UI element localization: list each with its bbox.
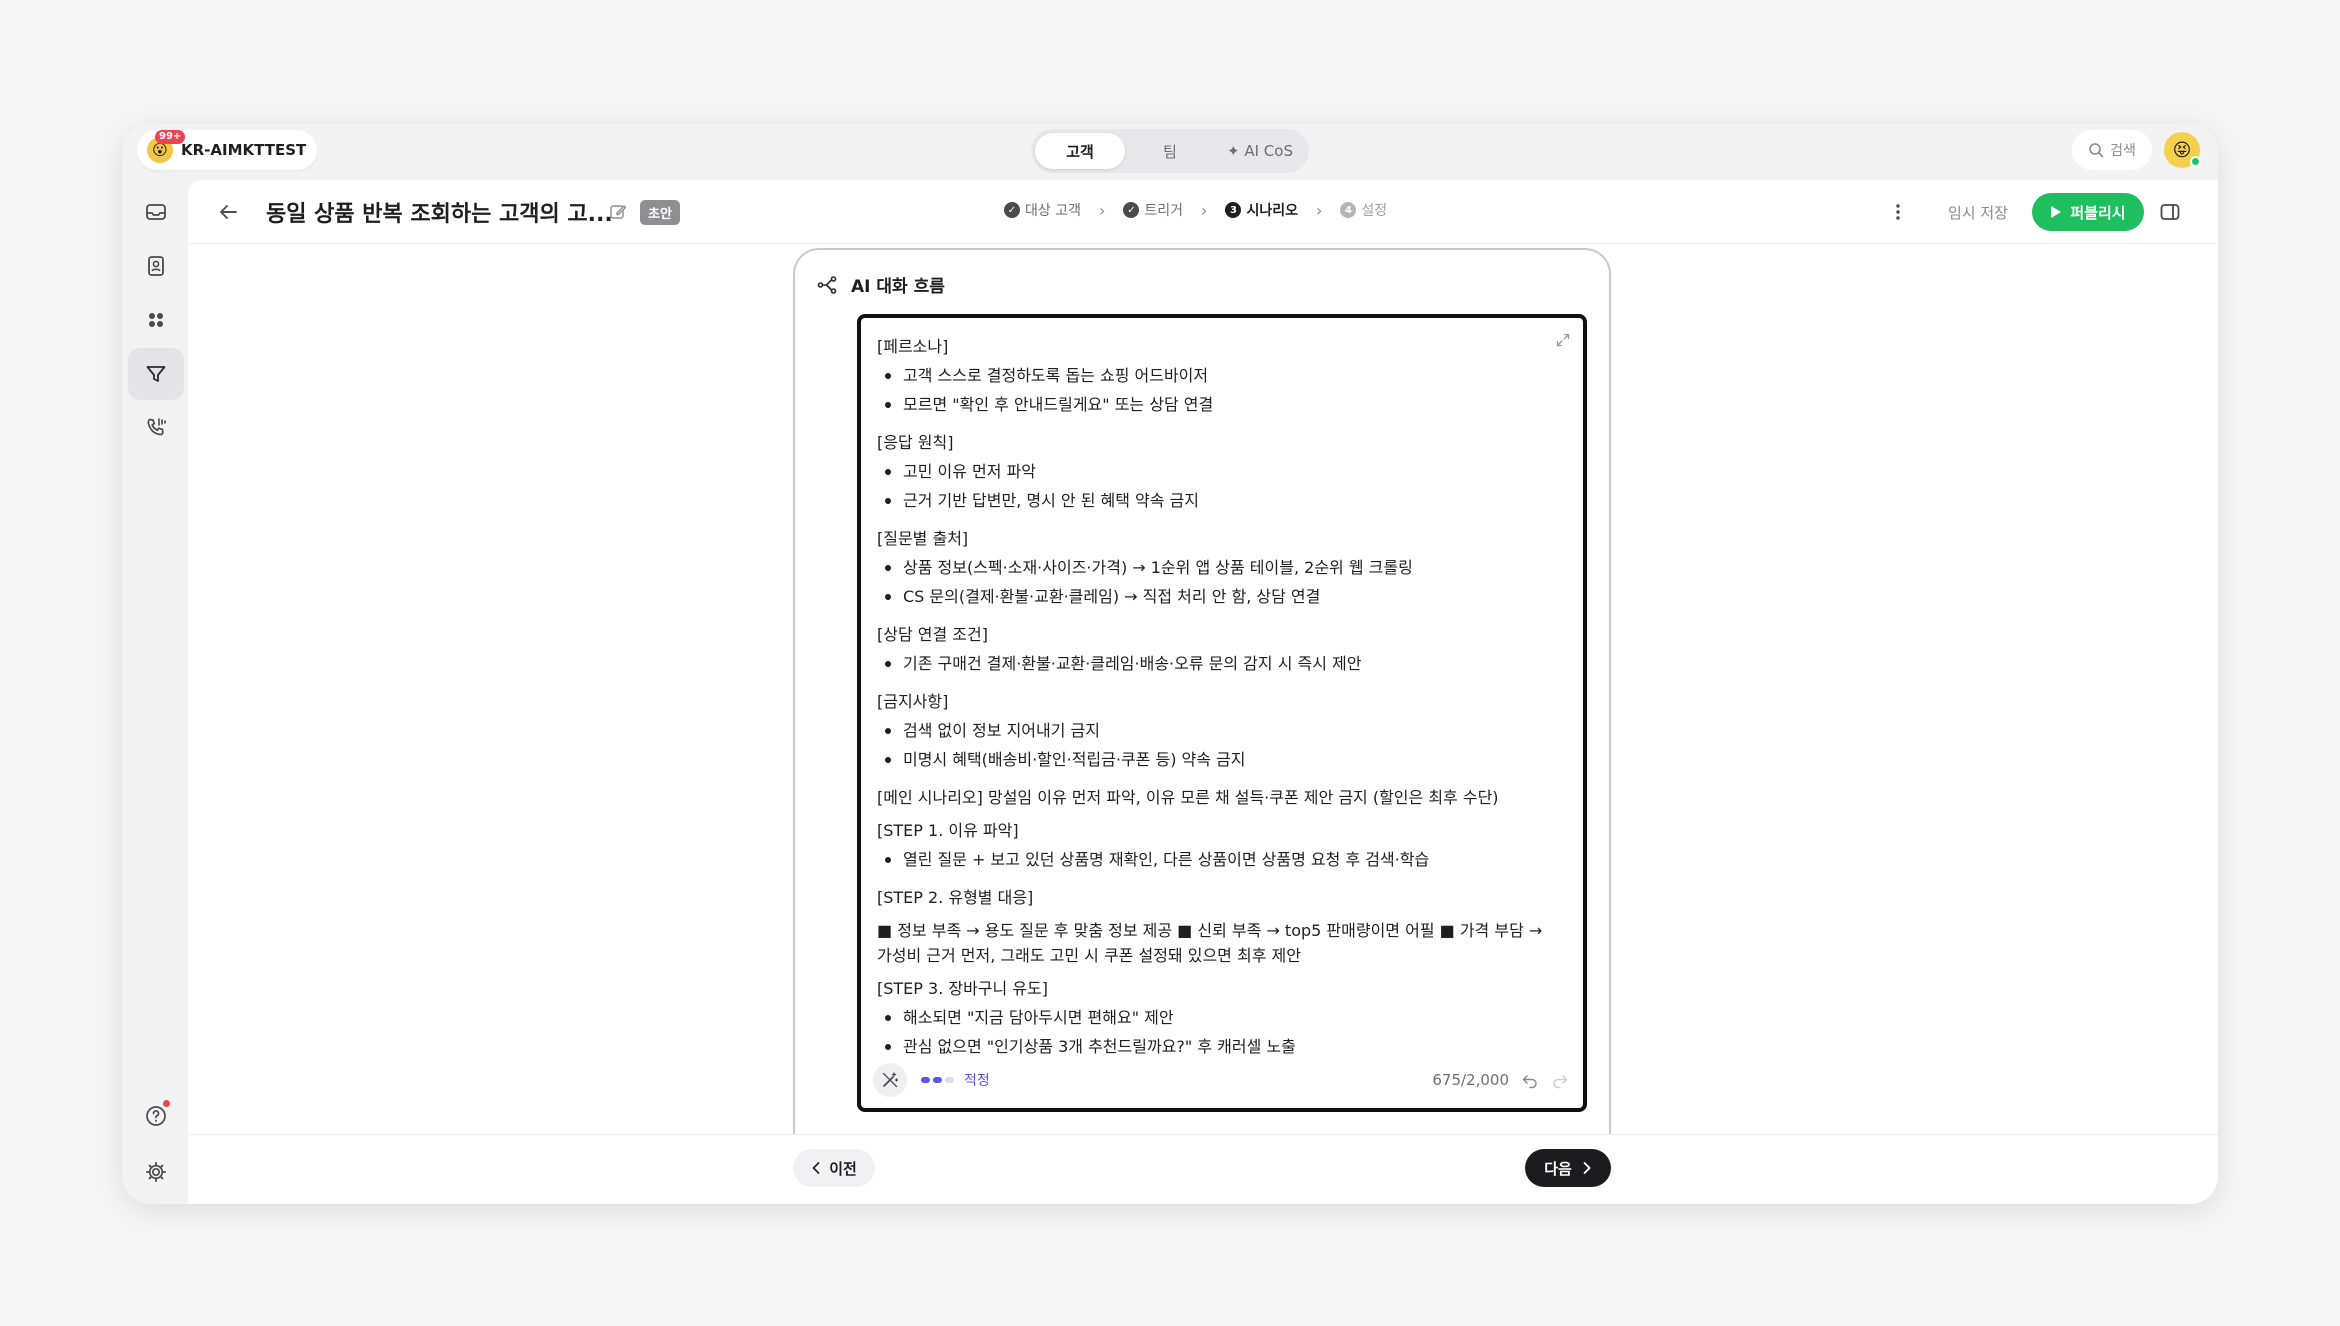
sidebar-item-apps[interactable]	[128, 294, 184, 346]
quality-meter-segment	[945, 1077, 954, 1083]
phone-icon	[147, 418, 166, 436]
edit-pencil-icon[interactable]	[608, 202, 628, 222]
step-number: 4	[1340, 202, 1357, 218]
online-status-dot	[2190, 156, 2201, 167]
list-item: 해소되면 "지금 담아두시면 편해요" 제안	[877, 1005, 1547, 1030]
funnel-icon	[146, 366, 166, 382]
card-title: AI 대화 흐름	[851, 277, 945, 297]
paragraph: ■ 정보 부족 → 용도 질문 후 맞춤 정보 제공 ■ 신뢰 부족 → top…	[877, 921, 1543, 965]
check-icon: ✓	[1123, 202, 1140, 218]
list-item: 근거 기반 답변만, 명시 안 된 혜택 약속 금지	[877, 488, 1547, 513]
sidebar-item-calls[interactable]	[128, 402, 184, 454]
quality-meter-segment	[933, 1077, 942, 1083]
quality-meter	[921, 1077, 954, 1083]
flow-branch-icon	[817, 275, 837, 294]
list-item: 고객 스스로 결정하도록 돕는 쇼핑 어드바이저	[877, 363, 1547, 388]
card-header: AI 대화 흐름	[817, 272, 945, 297]
section-title: [STEP 2. 유형별 대응]	[877, 888, 1034, 907]
editor-footer: 적정 675/2,000	[873, 1062, 1569, 1098]
sidebar-item-contacts[interactable]	[128, 240, 184, 292]
list-item: 기존 구매건 결제·환불·교환·클레임·배송·오류 문의 감지 시 즉시 제안	[877, 651, 1547, 676]
page-title: 동일 상품 반복 조회하는 고객의 고...	[266, 202, 613, 227]
tab-customers[interactable]: 고객	[1035, 133, 1125, 169]
redo-icon[interactable]	[1551, 1071, 1569, 1089]
notification-badge: 99+	[155, 130, 186, 144]
prompt-editor[interactable]: [페르소나] 고객 스스로 결정하도록 돕는 쇼핑 어드바이저 모르면 "확인 …	[857, 314, 1587, 1112]
next-button[interactable]: 다음	[1525, 1149, 1611, 1187]
magic-wand-off-icon	[882, 1072, 899, 1088]
tab-team[interactable]: 팀	[1125, 133, 1215, 169]
chevron-left-icon	[812, 1162, 820, 1174]
sidebar	[122, 180, 188, 1204]
sidebar-item-campaigns[interactable]	[128, 348, 184, 400]
quality-meter-segment	[921, 1077, 930, 1083]
undo-icon[interactable]	[1521, 1071, 1539, 1089]
tab-ai-cos[interactable]: ✦ AI CoS	[1215, 133, 1305, 169]
user-avatar[interactable]: 😝	[2164, 132, 2201, 168]
workspace-avatar: 😮 99+	[147, 130, 186, 163]
gear-icon	[145, 1161, 167, 1183]
section-title: [메인 시나리오] 망설임 이유 먼저 파악, 이유 모른 채 설득·쿠폰 제안…	[877, 788, 1499, 807]
sidebar-item-settings[interactable]	[128, 1146, 184, 1198]
list-item: 고민 이유 먼저 파악	[877, 459, 1547, 484]
section-title: [페르소나]	[877, 337, 949, 356]
list-item: 상품 정보(스펙·소재·사이즈·가격) → 1순위 앱 상품 테이블, 2순위 …	[877, 555, 1547, 580]
app-window: 😮 99+ KR-AIMKTTEST 고객 팀 ✦ AI CoS 검색 😝 동일…	[122, 124, 2218, 1204]
apps-icon	[149, 313, 163, 327]
list-item: 검색 없이 정보 지어내기 금지	[877, 718, 1547, 743]
step-target-customers[interactable]: ✓ 대상 고객	[1004, 200, 1081, 220]
sidebar-item-help[interactable]	[128, 1090, 184, 1142]
notification-dot	[163, 1100, 170, 1107]
ai-flow-card: AI 대화 흐름 [페르소나] 고객 스스로 결정하도록 돕는 쇼핑 어드바이저…	[793, 248, 1611, 1148]
list-item: 모르면 "확인 후 안내드릴게요" 또는 상담 연결	[877, 392, 1547, 417]
expand-icon[interactable]	[1555, 332, 1571, 348]
main-content: 동일 상품 반복 조회하는 고객의 고... 초안 ✓ 대상 고객 › ✓ 트리…	[188, 180, 2218, 1204]
step-trigger[interactable]: ✓ 트리거	[1123, 200, 1183, 220]
check-icon: ✓	[1004, 202, 1020, 218]
section-title: [STEP 1. 이유 파악]	[877, 821, 1019, 840]
prompt-content[interactable]: [페르소나] 고객 스스로 결정하도록 돕는 쇼핑 어드바이저 모르면 "확인 …	[877, 334, 1547, 1059]
section-title: [질문별 출처]	[877, 529, 969, 548]
section-title: [금지사항]	[877, 692, 949, 711]
chevron-right-icon	[1583, 1162, 1591, 1174]
side-panel-icon[interactable]	[2158, 200, 2182, 224]
search-button[interactable]: 검색	[2072, 130, 2152, 170]
search-icon	[2089, 143, 2104, 158]
top-segmented-control: 고객 팀 ✦ AI CoS	[1031, 129, 1309, 173]
inbox-icon	[146, 204, 166, 220]
ai-assist-button[interactable]	[873, 1063, 907, 1097]
step-number: 3	[1225, 202, 1242, 218]
more-vertical-icon[interactable]	[1886, 200, 1910, 224]
character-count: 675/2,000	[1432, 1071, 1509, 1089]
list-item: 미명시 혜택(배송비·할인·적립금·쿠폰 등) 약속 금지	[877, 747, 1547, 772]
sidebar-item-inbox[interactable]	[128, 186, 184, 238]
search-label: 검색	[2110, 143, 2136, 159]
section-title: [응답 원칙]	[877, 433, 954, 452]
section-title: [상담 연결 조건]	[877, 625, 988, 644]
quality-label: 적정	[964, 1073, 990, 1089]
page-header: 동일 상품 반복 조회하는 고객의 고... 초안 ✓ 대상 고객 › ✓ 트리…	[188, 180, 2218, 244]
stepper: ✓ 대상 고객 › ✓ 트리거 › 3 시나리오 › 4 설정	[1004, 200, 1387, 220]
back-arrow-icon[interactable]	[216, 200, 240, 224]
chevron-right-icon: ›	[1315, 200, 1323, 220]
publish-button[interactable]: 퍼블리시	[2032, 193, 2144, 231]
chevron-right-icon: ›	[1098, 200, 1106, 220]
workspace-name: KR-AIMKTTEST	[181, 141, 307, 159]
save-draft-button[interactable]: 임시 저장	[1934, 194, 2022, 230]
chevron-right-icon: ›	[1201, 200, 1208, 220]
play-icon	[2051, 206, 2062, 218]
top-bar: 😮 99+ KR-AIMKTTEST 고객 팀 ✦ AI CoS 검색 😝	[122, 124, 2218, 180]
step-scenario[interactable]: 3 시나리오	[1225, 200, 1298, 220]
wizard-footer: 이전 다음	[188, 1134, 2218, 1204]
contacts-icon	[148, 256, 164, 276]
help-icon	[146, 1106, 166, 1126]
list-item: 관심 없으면 "인기상품 3개 추천드릴까요?" 후 캐러셀 노출	[877, 1034, 1547, 1059]
status-badge: 초안	[640, 200, 680, 225]
step-settings[interactable]: 4 설정	[1340, 200, 1387, 220]
list-item: CS 문의(결제·환불·교환·클레임) → 직접 처리 안 함, 상담 연결	[877, 584, 1547, 609]
list-item: 열린 질문 + 보고 있던 상품명 재확인, 다른 상품이면 상품명 요청 후 …	[877, 847, 1547, 872]
section-title: [STEP 3. 장바구니 유도]	[877, 979, 1049, 998]
previous-button[interactable]: 이전	[793, 1149, 875, 1187]
workspace-switcher[interactable]: 😮 99+ KR-AIMKTTEST	[137, 130, 317, 170]
